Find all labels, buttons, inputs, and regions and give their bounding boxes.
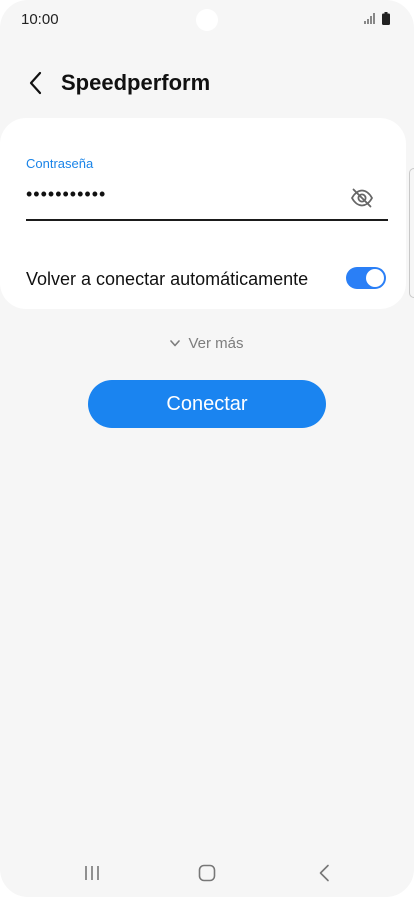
recent-apps-icon [85,866,99,880]
chevron-down-icon [170,339,181,346]
nav-back-button[interactable] [309,860,339,886]
status-bar: 10:00 [0,0,414,38]
auto-reconnect-toggle[interactable] [346,267,386,289]
connect-button[interactable]: Conectar [88,380,326,428]
eye-off-icon [350,188,374,208]
auto-reconnect-label: Volver a conectar automáticamente [26,269,309,289]
show-more-label: Ver más [188,334,244,352]
home-icon [198,864,216,882]
password-label: Contraseña [26,156,94,171]
toggle-password-visibility-button[interactable] [348,184,376,212]
back-button[interactable] [18,66,52,100]
settings-card: Contraseña Volver a conectar automáticam… [0,118,406,309]
navigation-bar [0,852,414,892]
password-input[interactable] [26,180,346,208]
chevron-left-icon [29,71,42,95]
password-underline [26,219,388,221]
page-title: Speedperform [61,70,211,95]
show-more-button[interactable]: Ver más [0,333,414,353]
status-icons [364,12,390,25]
nav-back-icon [319,864,329,882]
phone-screen: 10:00 Speedperform Contraseña ••••••••••… [0,0,414,897]
scroll-indicator[interactable] [409,168,414,298]
home-button[interactable] [192,860,222,886]
status-time: 10:00 [21,11,59,28]
signal-icon [364,13,375,24]
battery-icon [382,12,390,25]
camera-notch [196,9,218,31]
recent-apps-button[interactable] [77,860,107,886]
toggle-knob [366,269,384,287]
header: Speedperform [0,60,414,106]
